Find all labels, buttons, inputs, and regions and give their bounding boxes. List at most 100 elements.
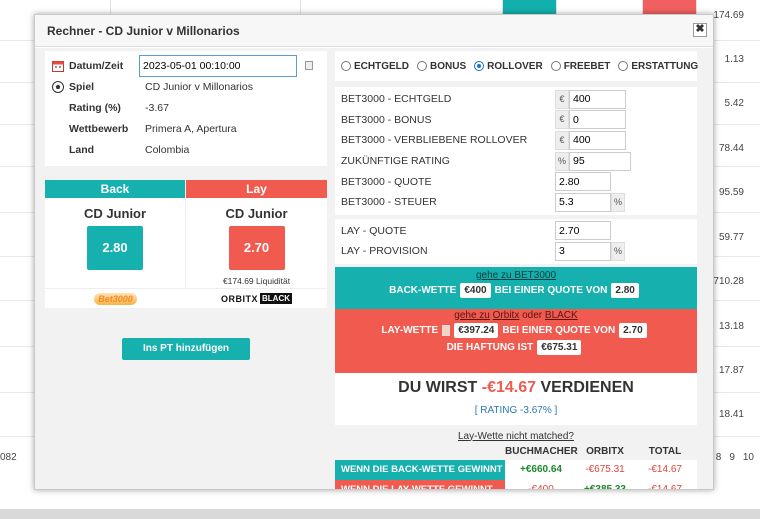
exchange-brand[interactable]: ORBITX BLACK	[186, 289, 327, 308]
rating-row: Rating (%) -3.67	[45, 97, 327, 118]
lay-quote-input[interactable]	[555, 221, 611, 241]
bookmaker-quote-input[interactable]	[555, 172, 611, 192]
back-stake-label: BACK-WETTE	[389, 284, 457, 296]
mode-label: ECHTGELD	[354, 60, 409, 72]
background-red-cell	[642, 0, 696, 14]
liability-value: €675.31	[537, 339, 582, 355]
profit-value: -€14.67	[481, 378, 536, 396]
lay-commission-input[interactable]	[555, 241, 611, 261]
copy-icon[interactable]	[442, 324, 451, 336]
calculator-modal: Rechner - CD Junior v Millonarios ✖ Datu…	[34, 14, 714, 490]
background-pagination: 8 9 10	[716, 452, 754, 463]
rating-summary: [ RATING -3.67% ]	[474, 404, 558, 416]
country-value: Colombia	[145, 143, 190, 156]
row-label: WENN DIE LAY-WETTE GEWINNT	[335, 479, 505, 489]
background-value: 95.59	[718, 187, 744, 198]
back-odds-label: BEI EINER QUOTE VON	[494, 284, 608, 296]
mode-rollover[interactable]: ROLLOVER	[474, 61, 543, 72]
mode-label: BONUS	[430, 60, 467, 72]
lay-link-prefix[interactable]: gehe zu	[454, 310, 490, 321]
game-value: CD Junior v Millonarios	[145, 80, 253, 93]
profit-prefix: DU WIRST	[398, 378, 478, 396]
table-row: WENN DIE BACK-WETTE GEWINNT +€660.64 -€6…	[335, 459, 697, 480]
mode-bonus[interactable]: BONUS	[417, 61, 466, 72]
back-liquidity	[45, 276, 185, 288]
bet-type-selector: ECHTGELD BONUS ROLLOVER FREEBET ERSTATTU…	[335, 51, 698, 81]
background-value: 18.41	[718, 409, 744, 420]
modal-body: Datum/Zeit Spiel CD Junior v Millonarios…	[35, 48, 713, 489]
profit-suffix: VERDIENEN	[540, 378, 634, 396]
lay-quote-label: LAY - QUOTE	[341, 224, 407, 237]
unmatched-link[interactable]: Lay-Wette nicht matched?	[335, 431, 697, 442]
bet3000-logo: Bet3000	[94, 292, 137, 305]
bonus-row: BET3000 - BONUS €	[335, 110, 697, 131]
radio-selected-icon	[474, 61, 485, 71]
real-money-label: BET3000 - ECHTGELD	[341, 93, 452, 106]
radio-icon	[417, 61, 427, 71]
mode-freebet[interactable]: FREEBET	[550, 61, 610, 72]
page-link[interactable]: 9	[729, 452, 735, 463]
lay-instruction: gehe zu Orbitx oder BLACK LAY-WETTE €397…	[335, 308, 697, 373]
back-team: CD Junior	[83, 206, 147, 221]
background-value: 1.13	[724, 54, 744, 65]
rating-value: -3.67	[145, 101, 169, 114]
liability-label: DIE HAFTUNG IST	[446, 341, 534, 353]
back-stake-line: BACK-WETTE €400 BEI EINER QUOTE VON 2.80	[335, 282, 697, 298]
bookmaker-cell: -€400	[505, 479, 577, 489]
page-link[interactable]: 8	[716, 452, 722, 463]
future-rating-label: ZUKÜNFTIGE RATING	[341, 155, 450, 168]
mode-real-money[interactable]: ECHTGELD	[341, 61, 409, 72]
bookmaker-tax-row: BET3000 - STEUER %	[335, 192, 697, 213]
bookmaker-brand[interactable]: Bet3000	[45, 289, 186, 308]
profit-summary: DU WIRST -€14.67 VERDIENEN [ RATING -3.6…	[335, 372, 697, 425]
orbitx-link[interactable]: Orbitx	[493, 310, 520, 321]
black-link[interactable]: BLACK	[545, 310, 578, 321]
add-to-pt-button[interactable]: Ins PT hinzufügen	[122, 338, 250, 360]
future-rating-row: ZUKÜNFTIGE RATING %	[335, 151, 697, 172]
table-header: BUCHMACHER ORBITX TOTAL	[335, 444, 697, 460]
back-lay-odds: Back CD Junior 2.80 Lay CD Junior 2.70 €…	[45, 180, 327, 288]
mode-label: ERSTATTUNG	[631, 60, 699, 72]
future-rating-input[interactable]	[569, 151, 631, 171]
table-row: WENN DIE LAY-WETTE GEWINNT -€400 +€385.3…	[335, 479, 697, 489]
mode-refund[interactable]: ERSTATTUNG	[618, 61, 698, 72]
table-header-cell: TOTAL	[648, 446, 682, 458]
country-row: Land Colombia	[45, 139, 327, 160]
real-money-input[interactable]	[569, 89, 626, 109]
calendar-icon	[51, 59, 65, 73]
background-value: 78.44	[718, 143, 744, 154]
close-icon[interactable]: ✖	[693, 23, 707, 37]
game-label: Spiel	[69, 80, 95, 93]
mode-label: ROLLOVER	[487, 60, 543, 72]
datetime-input[interactable]	[139, 54, 297, 77]
radio-icon	[341, 61, 351, 71]
bookmaker-tax-label: BET3000 - STEUER	[341, 196, 437, 209]
background-left-fragment: 082	[0, 452, 17, 463]
game-row: Spiel CD Junior v Millonarios	[45, 76, 327, 97]
total-cell: -€14.67	[633, 459, 697, 480]
background-value: 59.77	[718, 232, 744, 243]
orbitx-logo: ORBITX	[220, 293, 258, 304]
lay-stake-line: LAY-WETTE €397.24 BEI EINER QUOTE VON 2.…	[335, 322, 697, 338]
page-link[interactable]: 10	[743, 452, 754, 463]
background-value: 13.18	[718, 321, 744, 332]
black-logo: BLACK	[260, 293, 292, 304]
result-panel: gehe zu BET3000 BACK-WETTE €400 BEI EINE…	[335, 266, 697, 425]
lay-odds[interactable]: 2.70	[228, 226, 285, 270]
percent-addon: %	[555, 151, 569, 171]
match-panel: Datum/Zeit Spiel CD Junior v Millonarios…	[45, 51, 327, 360]
euro-addon: €	[555, 89, 569, 109]
euro-addon: €	[555, 110, 569, 130]
soccer-ball-icon	[51, 80, 65, 94]
lay-stake-label: LAY-WETTE	[381, 324, 439, 336]
exchange-cell: -€675.31	[577, 459, 633, 480]
rollover-input[interactable]	[569, 130, 626, 150]
background-scrollbar[interactable]	[0, 509, 760, 519]
bonus-label: BET3000 - BONUS	[341, 113, 432, 126]
bookmaker-tax-input[interactable]	[555, 192, 611, 212]
back-odds[interactable]: 2.80	[87, 226, 143, 270]
bookmaker-link[interactable]: gehe zu BET3000	[476, 270, 556, 281]
copy-icon[interactable]	[305, 61, 313, 70]
bonus-input[interactable]	[569, 110, 626, 130]
lay-header: Lay	[186, 180, 327, 198]
